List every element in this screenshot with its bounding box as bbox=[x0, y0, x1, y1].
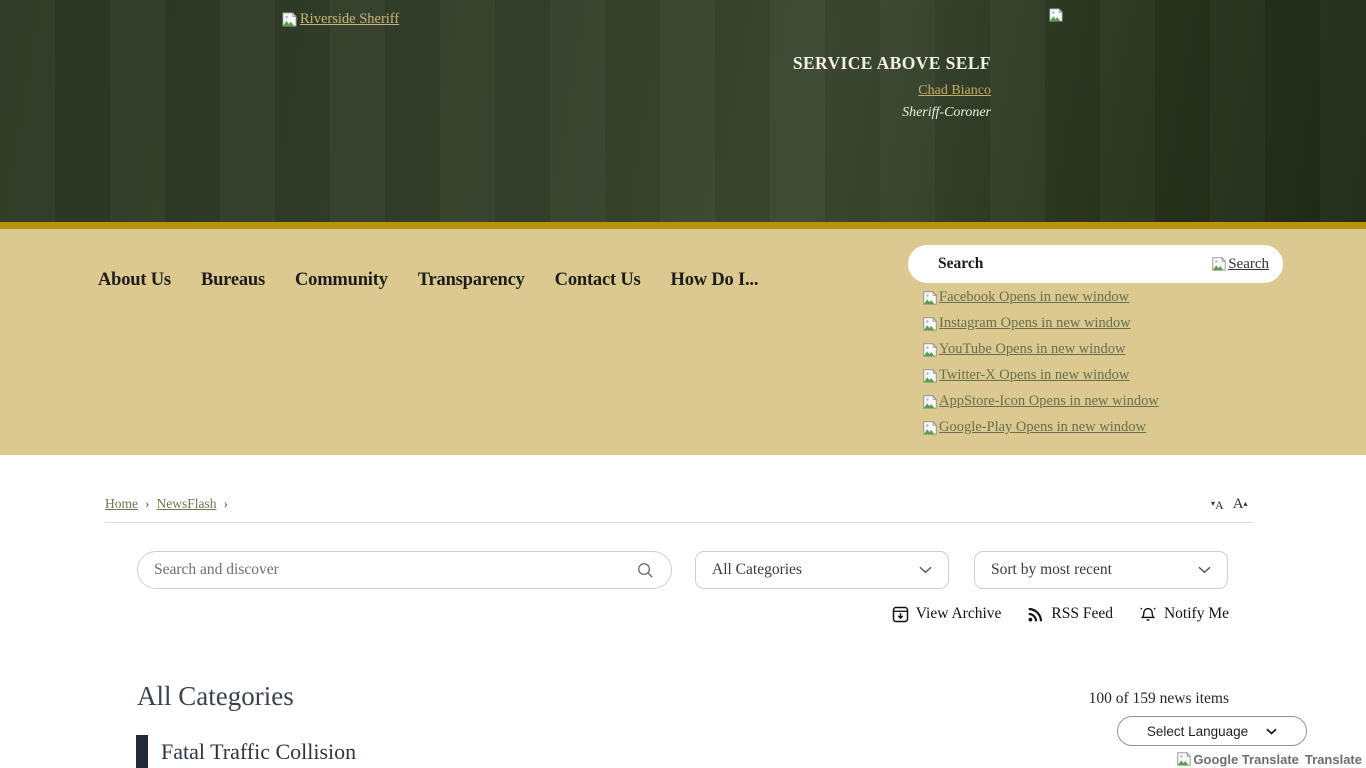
nav-item-community[interactable]: Community bbox=[295, 269, 388, 291]
rss-feed-label: RSS Feed bbox=[1051, 605, 1113, 622]
category-select-value: All Categories bbox=[712, 561, 802, 578]
triangle-up-icon: ▴ bbox=[1243, 499, 1248, 508]
news-item-title-link[interactable]: Fatal Traffic Collision bbox=[161, 739, 356, 765]
page-title: All Categories bbox=[137, 681, 294, 711]
page: Riverside Sheriff SERVICE ABOVE SELF Cha… bbox=[0, 0, 1366, 768]
breadcrumb-separator: › bbox=[145, 496, 150, 511]
rss-feed-button[interactable]: RSS Feed bbox=[1027, 605, 1113, 623]
bell-icon bbox=[1139, 606, 1157, 623]
news-search-bar bbox=[137, 551, 672, 589]
news-item: Fatal Traffic Collision bbox=[136, 735, 356, 768]
main-navigation: About Us Bureaus Community Transparency … bbox=[98, 269, 758, 291]
sheriff-name-link[interactable]: Chad Bianco bbox=[918, 83, 991, 99]
list-item: AppStore-Icon Opens in new window bbox=[922, 393, 1159, 410]
list-item: Twitter-X Opens in new window bbox=[922, 367, 1159, 384]
news-search-input[interactable] bbox=[154, 561, 636, 579]
font-size-controls: ▾ A A ▴ bbox=[1211, 497, 1248, 512]
view-archive-button[interactable]: View Archive bbox=[892, 605, 1002, 623]
broken-image-icon bbox=[922, 368, 938, 384]
site-logo-alt-text: Riverside Sheriff bbox=[300, 11, 400, 27]
breadcrumb-separator: › bbox=[223, 496, 229, 511]
chevron-down-icon bbox=[1198, 566, 1211, 574]
social-link-label: Facebook Opens in new window bbox=[939, 289, 1130, 305]
header-right-block: SERVICE ABOVE SELF Chad Bianco Sheriff-C… bbox=[793, 53, 991, 121]
social-link-label: Google-Play Opens in new window bbox=[939, 419, 1147, 435]
broken-image-icon bbox=[922, 290, 938, 306]
sort-select[interactable]: Sort by most recent bbox=[974, 551, 1228, 589]
news-items-count: 100 of 159 news items bbox=[1088, 690, 1229, 707]
broken-image-icon bbox=[922, 342, 938, 358]
social-link-youtube[interactable]: YouTube Opens in new window bbox=[922, 341, 1159, 358]
social-link-label: YouTube Opens in new window bbox=[939, 341, 1126, 357]
nav-item-how-do-i[interactable]: How Do I... bbox=[671, 269, 759, 291]
chevron-down-icon bbox=[1266, 728, 1277, 735]
broken-image-icon bbox=[281, 11, 298, 28]
list-item: Instagram Opens in new window bbox=[922, 315, 1159, 332]
breadcrumb: Home › NewsFlash › bbox=[105, 496, 235, 512]
social-link-google-play[interactable]: Google-Play Opens in new window bbox=[922, 419, 1159, 436]
social-link-instagram[interactable]: Instagram Opens in new window bbox=[922, 315, 1159, 332]
sheriff-title-text: Sheriff-Coroner bbox=[902, 105, 991, 120]
social-link-facebook[interactable]: Facebook Opens in new window bbox=[922, 289, 1159, 306]
navigation-band: About Us Bureaus Community Transparency … bbox=[0, 229, 1366, 455]
main-content: Home›NewsFlash› ▾A A▴ All Categories Sor… bbox=[0, 455, 1366, 768]
archive-icon bbox=[892, 606, 909, 623]
search-icon[interactable] bbox=[636, 561, 655, 580]
decrease-font-size-button[interactable]: ▾ A bbox=[1211, 497, 1224, 511]
site-search-input[interactable] bbox=[938, 255, 1212, 273]
chevron-down-icon bbox=[919, 566, 932, 574]
broken-image-icon bbox=[1048, 7, 1064, 23]
google-translate-alt-text: Google Translate bbox=[1193, 751, 1299, 767]
sort-select-value: Sort by most recent bbox=[991, 561, 1112, 578]
site-logo-link[interactable]: Riverside Sheriff bbox=[281, 11, 399, 28]
nav-item-transparency[interactable]: Transparency bbox=[418, 269, 525, 291]
social-link-twitter-x[interactable]: Twitter-X Opens in new window bbox=[922, 367, 1159, 384]
increase-font-size-button[interactable]: A ▴ bbox=[1233, 497, 1248, 512]
site-search-submit-label: Search bbox=[1228, 255, 1269, 272]
list-item: YouTube Opens in new window bbox=[922, 341, 1159, 358]
site-search-submit-link[interactable]: Search bbox=[1211, 256, 1269, 273]
social-link-label: Twitter-X Opens in new window bbox=[939, 367, 1130, 383]
language-select-value: Select Language bbox=[1146, 723, 1249, 739]
social-link-label: Instagram Opens in new window bbox=[939, 315, 1131, 331]
rss-icon bbox=[1027, 606, 1044, 623]
divider bbox=[105, 522, 1253, 523]
list-item: Facebook Opens in new window bbox=[922, 289, 1159, 306]
view-archive-label: View Archive bbox=[915, 605, 1002, 622]
social-link-label: AppStore-Icon Opens in new window bbox=[939, 393, 1159, 409]
category-select[interactable]: All Categories bbox=[695, 551, 949, 589]
social-link-appstore[interactable]: AppStore-Icon Opens in new window bbox=[922, 393, 1159, 410]
language-select[interactable]: Select Language bbox=[1117, 716, 1307, 746]
social-links-list: Facebook Opens in new window Instagram O… bbox=[922, 289, 1159, 445]
site-search-bar: Search bbox=[908, 245, 1283, 283]
motto-text: SERVICE ABOVE SELF bbox=[792, 53, 991, 73]
breadcrumb-home-link[interactable]: Home bbox=[105, 496, 138, 511]
nav-item-about-us[interactable]: About Us bbox=[98, 269, 171, 291]
translate-label: Translate bbox=[1304, 751, 1362, 767]
breadcrumb-newsflash-link[interactable]: NewsFlash bbox=[157, 496, 217, 511]
site-header: Riverside Sheriff SERVICE ABOVE SELF Cha… bbox=[0, 0, 1366, 222]
broken-image-icon bbox=[1211, 256, 1227, 272]
broken-image-icon bbox=[922, 316, 938, 332]
notify-me-label: Notify Me bbox=[1163, 605, 1229, 622]
news-actions: View Archive RSS Feed Notify Me bbox=[892, 605, 1229, 623]
increase-font-label: A bbox=[1232, 496, 1244, 512]
broken-image-icon bbox=[1176, 751, 1192, 767]
broken-image-icon bbox=[922, 394, 938, 410]
notify-me-button[interactable]: Notify Me bbox=[1139, 605, 1229, 623]
nav-item-bureaus[interactable]: Bureaus bbox=[201, 269, 265, 291]
list-item: Google-Play Opens in new window bbox=[922, 419, 1159, 436]
google-translate-attribution[interactable]: Google Translate Translate bbox=[1176, 751, 1362, 767]
broken-image-icon bbox=[922, 420, 938, 436]
news-item-accent-bar bbox=[136, 735, 148, 768]
gold-accent-stripe bbox=[0, 222, 1366, 229]
decrease-font-label: A bbox=[1215, 498, 1224, 512]
nav-item-contact-us[interactable]: Contact Us bbox=[555, 269, 641, 291]
